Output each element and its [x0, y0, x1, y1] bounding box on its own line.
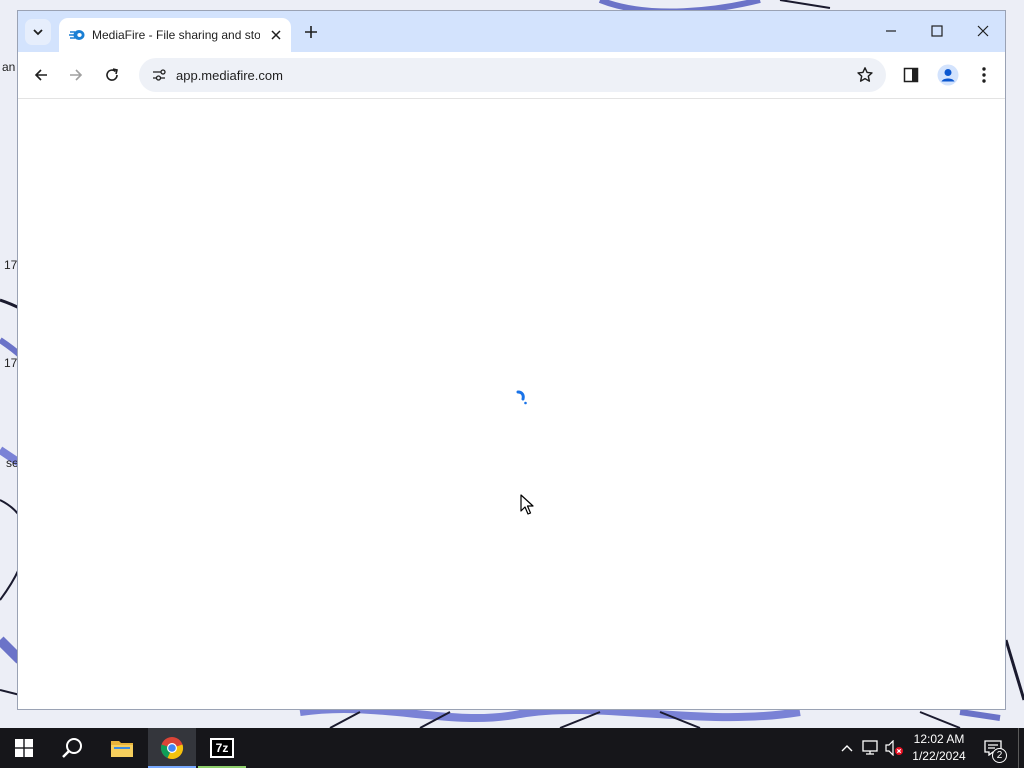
- show-desktop-button[interactable]: [1018, 728, 1024, 768]
- minimize-button[interactable]: [872, 19, 910, 43]
- clock-time: 12:02 AM: [913, 732, 965, 746]
- 7zip-label: 7z: [215, 741, 229, 755]
- site-info-icon[interactable]: [144, 60, 174, 90]
- back-button[interactable]: [28, 62, 54, 88]
- close-icon: [977, 25, 989, 37]
- plus-icon: [305, 26, 317, 38]
- side-panel-icon: [903, 67, 919, 83]
- mouse-cursor-icon: [520, 494, 534, 515]
- mediafire-icon: [69, 27, 85, 43]
- arrow-right-icon: [70, 69, 83, 81]
- network-icon: [862, 740, 878, 755]
- chrome-icon: [160, 737, 184, 759]
- close-icon[interactable]: [268, 27, 284, 43]
- close-window-button[interactable]: [964, 19, 1002, 43]
- taskbar: 7z 12:02 AM 1/22/2024: [0, 728, 1024, 768]
- page-content: [18, 99, 1005, 709]
- windows-logo-icon: [15, 739, 33, 757]
- tab-title: MediaFire - File sharing and storage: [92, 28, 260, 42]
- minimize-icon: [886, 30, 896, 32]
- desktop-icon-label: 17: [4, 356, 18, 370]
- browser-toolbar: app.mediafire.com: [18, 52, 1005, 99]
- maximize-icon: [931, 25, 943, 37]
- show-hidden-icons-button[interactable]: [838, 728, 856, 768]
- taskbar-file-explorer[interactable]: [98, 728, 146, 768]
- browser-window: MediaFire - File sharing and storage: [17, 10, 1006, 710]
- volume-button[interactable]: [884, 728, 906, 768]
- notification-count-badge: 2: [992, 748, 1007, 763]
- clock-date: 1/22/2024: [912, 749, 966, 763]
- chevron-down-icon: [33, 29, 43, 36]
- volume-muted-icon: [885, 740, 903, 756]
- search-icon: [62, 738, 82, 758]
- reload-icon: [106, 68, 118, 81]
- network-button[interactable]: [861, 728, 881, 768]
- new-tab-button[interactable]: [301, 22, 321, 42]
- menu-button[interactable]: [971, 62, 997, 88]
- url-text: app.mediafire.com: [176, 67, 283, 83]
- address-bar[interactable]: app.mediafire.com: [139, 58, 886, 92]
- bookmark-star-icon[interactable]: [856, 66, 874, 84]
- profile-avatar-icon: [937, 64, 959, 86]
- maximize-button[interactable]: [918, 19, 956, 43]
- tab-mediafire[interactable]: MediaFire - File sharing and storage: [59, 18, 291, 52]
- 7zip-icon: 7z: [210, 738, 234, 758]
- side-panel-button[interactable]: [898, 62, 924, 88]
- start-button[interactable]: [0, 728, 48, 768]
- tab-search-button[interactable]: [25, 19, 51, 45]
- desktop-icon-label: an: [2, 60, 16, 74]
- folder-icon: [111, 741, 133, 757]
- loading-spinner-icon: [516, 390, 527, 405]
- taskbar-7zip[interactable]: 7z: [198, 728, 246, 768]
- desktop-icon-label: 17: [4, 258, 18, 272]
- chevron-up-icon: [841, 745, 853, 752]
- taskbar-chrome[interactable]: [148, 728, 196, 768]
- forward-button[interactable]: [63, 62, 89, 88]
- tab-strip: MediaFire - File sharing and storage: [18, 11, 1005, 52]
- profile-button[interactable]: [935, 62, 961, 88]
- taskbar-clock[interactable]: 12:02 AM 1/22/2024: [906, 731, 972, 765]
- reload-button[interactable]: [99, 62, 125, 88]
- arrow-left-icon: [34, 69, 47, 81]
- more-vertical-icon: [982, 67, 986, 83]
- search-button[interactable]: [48, 728, 96, 768]
